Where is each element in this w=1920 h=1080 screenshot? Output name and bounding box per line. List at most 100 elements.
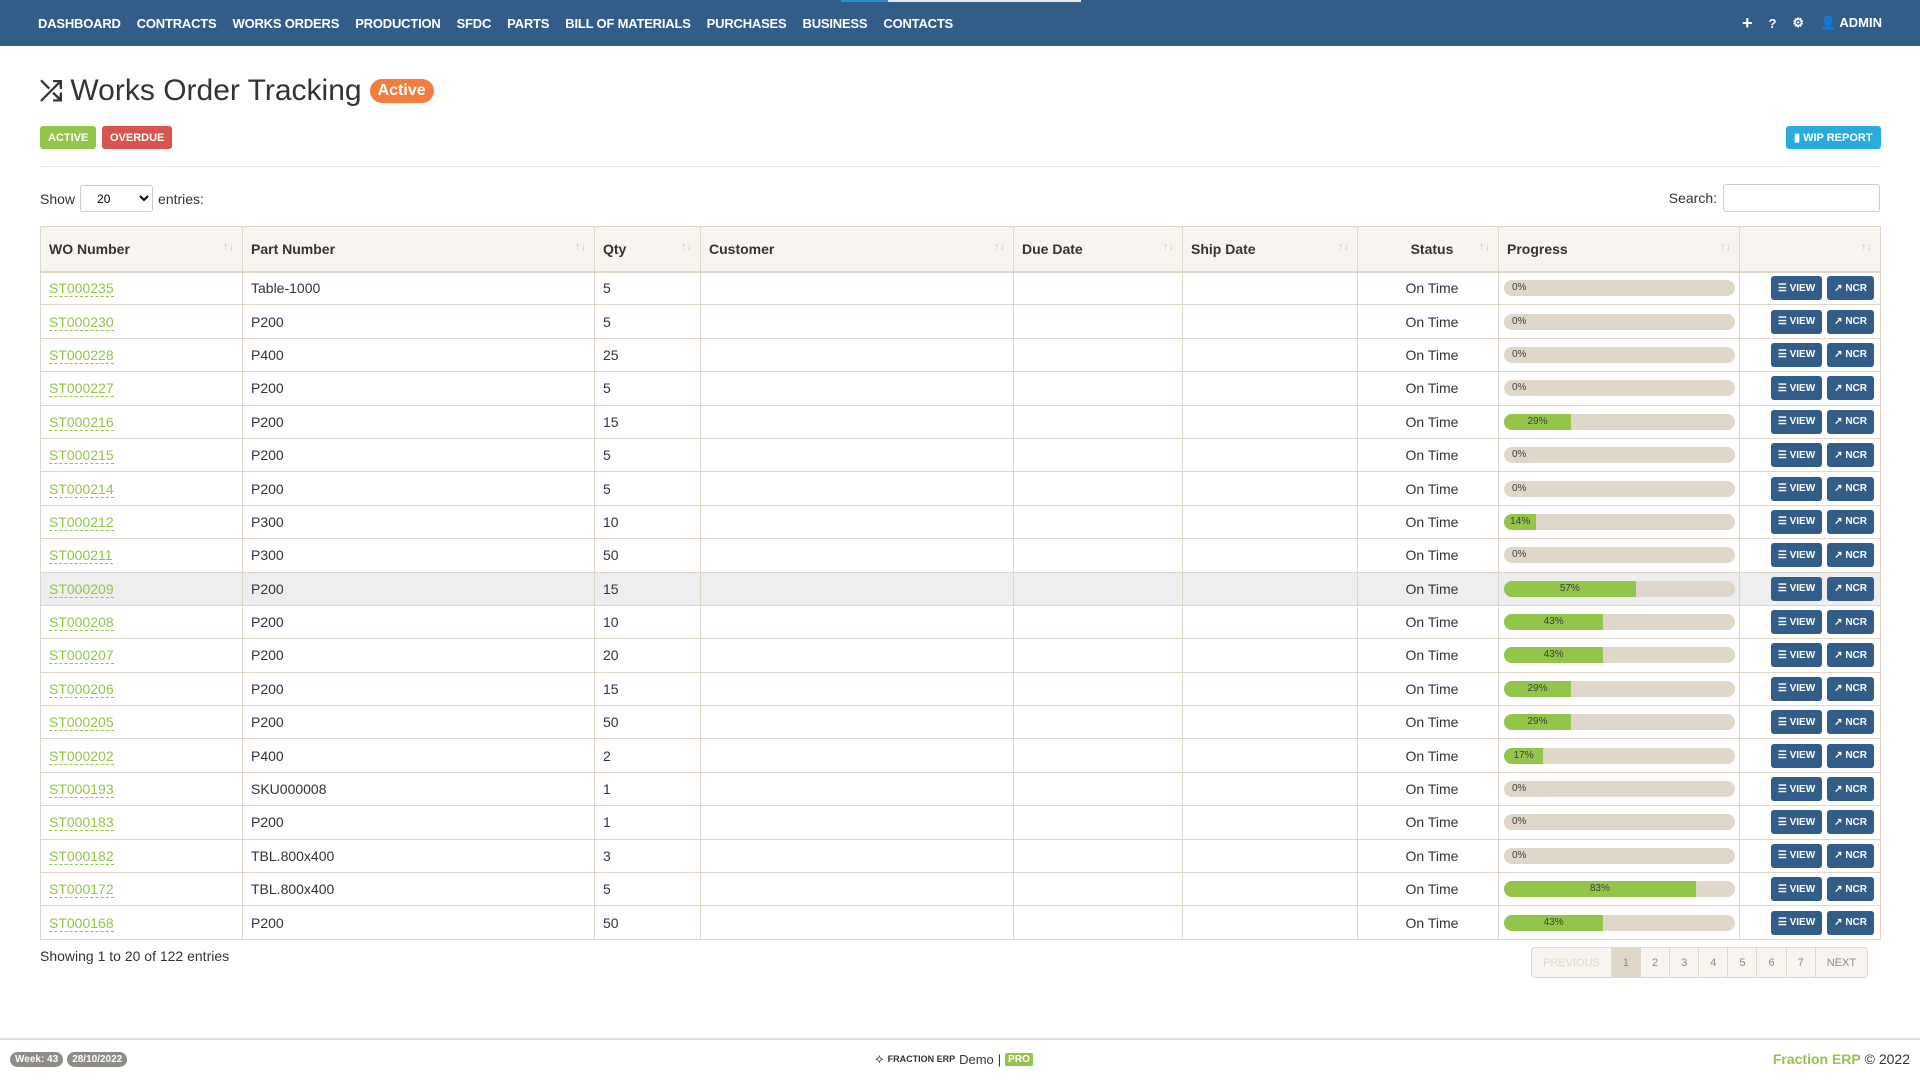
- ncr-button[interactable]: ↗ NCR: [1827, 276, 1874, 301]
- page-button[interactable]: 5: [1728, 948, 1758, 977]
- nav-dashboard[interactable]: DASHBOARD: [38, 16, 121, 31]
- wo-link[interactable]: ST000168: [49, 914, 114, 932]
- wo-link[interactable]: ST000207: [49, 647, 114, 665]
- nav-production[interactable]: PRODUCTION: [355, 16, 441, 31]
- view-button[interactable]: ☰ VIEW: [1770, 576, 1823, 601]
- view-button[interactable]: ☰ VIEW: [1770, 676, 1823, 701]
- wip-report-button[interactable]: ▮ WIP REPORT: [1786, 126, 1881, 149]
- ncr-button[interactable]: ↗ NCR: [1827, 576, 1874, 601]
- gear-icon[interactable]: ⚙: [1792, 15, 1804, 31]
- nav-works-orders[interactable]: WORKS ORDERS: [233, 16, 340, 31]
- column-header[interactable]: Qty ↑↓: [594, 226, 701, 273]
- filter-active-button[interactable]: ACTIVE: [40, 126, 97, 149]
- view-button[interactable]: ☰ VIEW: [1770, 543, 1823, 568]
- view-button[interactable]: ☰ VIEW: [1770, 342, 1823, 367]
- view-button[interactable]: ☰ VIEW: [1770, 777, 1823, 802]
- page-button[interactable]: 6: [1757, 948, 1787, 977]
- wo-link[interactable]: ST000202: [49, 747, 114, 765]
- page-button[interactable]: 2: [1641, 948, 1671, 977]
- nav-business[interactable]: BUSINESS: [803, 16, 868, 31]
- nav-contracts[interactable]: CONTRACTS: [137, 16, 217, 31]
- view-button[interactable]: ☰ VIEW: [1770, 810, 1823, 835]
- ncr-button[interactable]: ↗ NCR: [1827, 743, 1874, 768]
- view-button[interactable]: ☰ VIEW: [1770, 743, 1823, 768]
- wo-link[interactable]: ST000182: [49, 847, 114, 865]
- page-button[interactable]: 3: [1670, 948, 1700, 977]
- ncr-button[interactable]: ↗ NCR: [1827, 610, 1874, 635]
- wo-link[interactable]: ST000211: [49, 547, 113, 565]
- column-header[interactable]: Ship Date ↑↓: [1182, 226, 1358, 273]
- page-button[interactable]: 1: [1611, 948, 1641, 977]
- ncr-button[interactable]: ↗ NCR: [1827, 843, 1874, 868]
- column-header[interactable]: Customer ↑↓: [700, 226, 1014, 273]
- copyright-brand[interactable]: Fraction ERP: [1773, 1051, 1861, 1067]
- nav-sfdc[interactable]: SFDC: [457, 16, 492, 31]
- view-button[interactable]: ☰ VIEW: [1770, 376, 1823, 401]
- user-menu[interactable]: 👤 ADMIN: [1820, 15, 1882, 31]
- ncr-button[interactable]: ↗ NCR: [1827, 877, 1874, 902]
- ncr-button[interactable]: ↗ NCR: [1827, 543, 1874, 568]
- ncr-button[interactable]: ↗ NCR: [1827, 509, 1874, 534]
- view-button[interactable]: ☰ VIEW: [1770, 443, 1823, 468]
- ncr-button[interactable]: ↗ NCR: [1827, 476, 1874, 501]
- column-header[interactable]: Progress ↑↓: [1498, 226, 1740, 273]
- view-button[interactable]: ☰ VIEW: [1770, 309, 1823, 334]
- ncr-button[interactable]: ↗ NCR: [1827, 309, 1874, 334]
- view-button[interactable]: ☰ VIEW: [1770, 710, 1823, 735]
- view-button[interactable]: ☰ VIEW: [1770, 610, 1823, 635]
- wo-link[interactable]: ST000209: [49, 580, 114, 598]
- help-icon[interactable]: ?: [1768, 16, 1776, 31]
- ncr-button[interactable]: ↗ NCR: [1827, 342, 1874, 367]
- page-button[interactable]: 7: [1787, 948, 1816, 977]
- wo-link[interactable]: ST000183: [49, 814, 114, 832]
- view-button[interactable]: ☰ VIEW: [1770, 910, 1823, 935]
- entries-select[interactable]: 20: [80, 185, 154, 212]
- column-header[interactable]: ↑↓: [1739, 226, 1881, 273]
- ncr-button[interactable]: ↗ NCR: [1827, 710, 1874, 735]
- ncr-button[interactable]: ↗ NCR: [1827, 810, 1874, 835]
- nav-purchases[interactable]: PURCHASES: [707, 16, 787, 31]
- nav-parts[interactable]: PARTS: [507, 16, 549, 31]
- view-button[interactable]: ☰ VIEW: [1770, 476, 1823, 501]
- previous-button[interactable]: PREVIOUS: [1532, 948, 1612, 977]
- view-button[interactable]: ☰ VIEW: [1770, 843, 1823, 868]
- wo-link[interactable]: ST000216: [49, 413, 114, 431]
- ncr-button[interactable]: ↗ NCR: [1827, 676, 1874, 701]
- wo-link[interactable]: ST000208: [49, 614, 114, 632]
- next-button[interactable]: NEXT: [1816, 948, 1867, 977]
- wo-link[interactable]: ST000235: [49, 280, 114, 298]
- column-header[interactable]: WO Number ↑↓: [40, 226, 243, 273]
- column-header[interactable]: Status ↑↓: [1357, 226, 1499, 273]
- wo-link[interactable]: ST000230: [49, 313, 114, 331]
- wo-link[interactable]: ST000228: [49, 346, 114, 364]
- wo-link[interactable]: ST000205: [49, 714, 114, 732]
- view-button[interactable]: ☰ VIEW: [1770, 509, 1823, 534]
- ncr-button[interactable]: ↗ NCR: [1827, 910, 1874, 935]
- view-button[interactable]: ☰ VIEW: [1770, 643, 1823, 668]
- wo-link[interactable]: ST000172: [49, 881, 114, 899]
- ncr-button[interactable]: ↗ NCR: [1827, 777, 1874, 802]
- ncr-button[interactable]: ↗ NCR: [1827, 376, 1874, 401]
- page-button[interactable]: 4: [1699, 948, 1729, 977]
- ncr-button[interactable]: ↗ NCR: [1827, 443, 1874, 468]
- filter-overdue-button[interactable]: OVERDUE: [102, 126, 173, 149]
- column-header[interactable]: Part Number ↑↓: [242, 226, 595, 273]
- view-button[interactable]: ☰ VIEW: [1770, 276, 1823, 301]
- ncr-button[interactable]: ↗ NCR: [1827, 643, 1874, 668]
- column-header[interactable]: Due Date ↑↓: [1013, 226, 1183, 273]
- view-button[interactable]: ☰ VIEW: [1770, 409, 1823, 434]
- wo-link[interactable]: ST000193: [49, 781, 114, 799]
- ncr-button[interactable]: ↗ NCR: [1827, 409, 1874, 434]
- wo-link[interactable]: ST000212: [49, 513, 114, 531]
- view-label: VIEW: [1789, 483, 1816, 495]
- nav-bill-of-materials[interactable]: BILL OF MATERIALS: [565, 16, 691, 31]
- list-icon: ☰: [1777, 616, 1790, 628]
- nav-contacts[interactable]: CONTACTS: [883, 16, 953, 31]
- wo-link[interactable]: ST000227: [49, 380, 114, 398]
- wo-link[interactable]: ST000214: [49, 480, 114, 498]
- wo-link[interactable]: ST000206: [49, 680, 114, 698]
- wo-link[interactable]: ST000215: [49, 447, 114, 465]
- search-input[interactable]: [1723, 184, 1880, 212]
- plus-icon[interactable]: +: [1742, 13, 1753, 34]
- view-button[interactable]: ☰ VIEW: [1770, 877, 1823, 902]
